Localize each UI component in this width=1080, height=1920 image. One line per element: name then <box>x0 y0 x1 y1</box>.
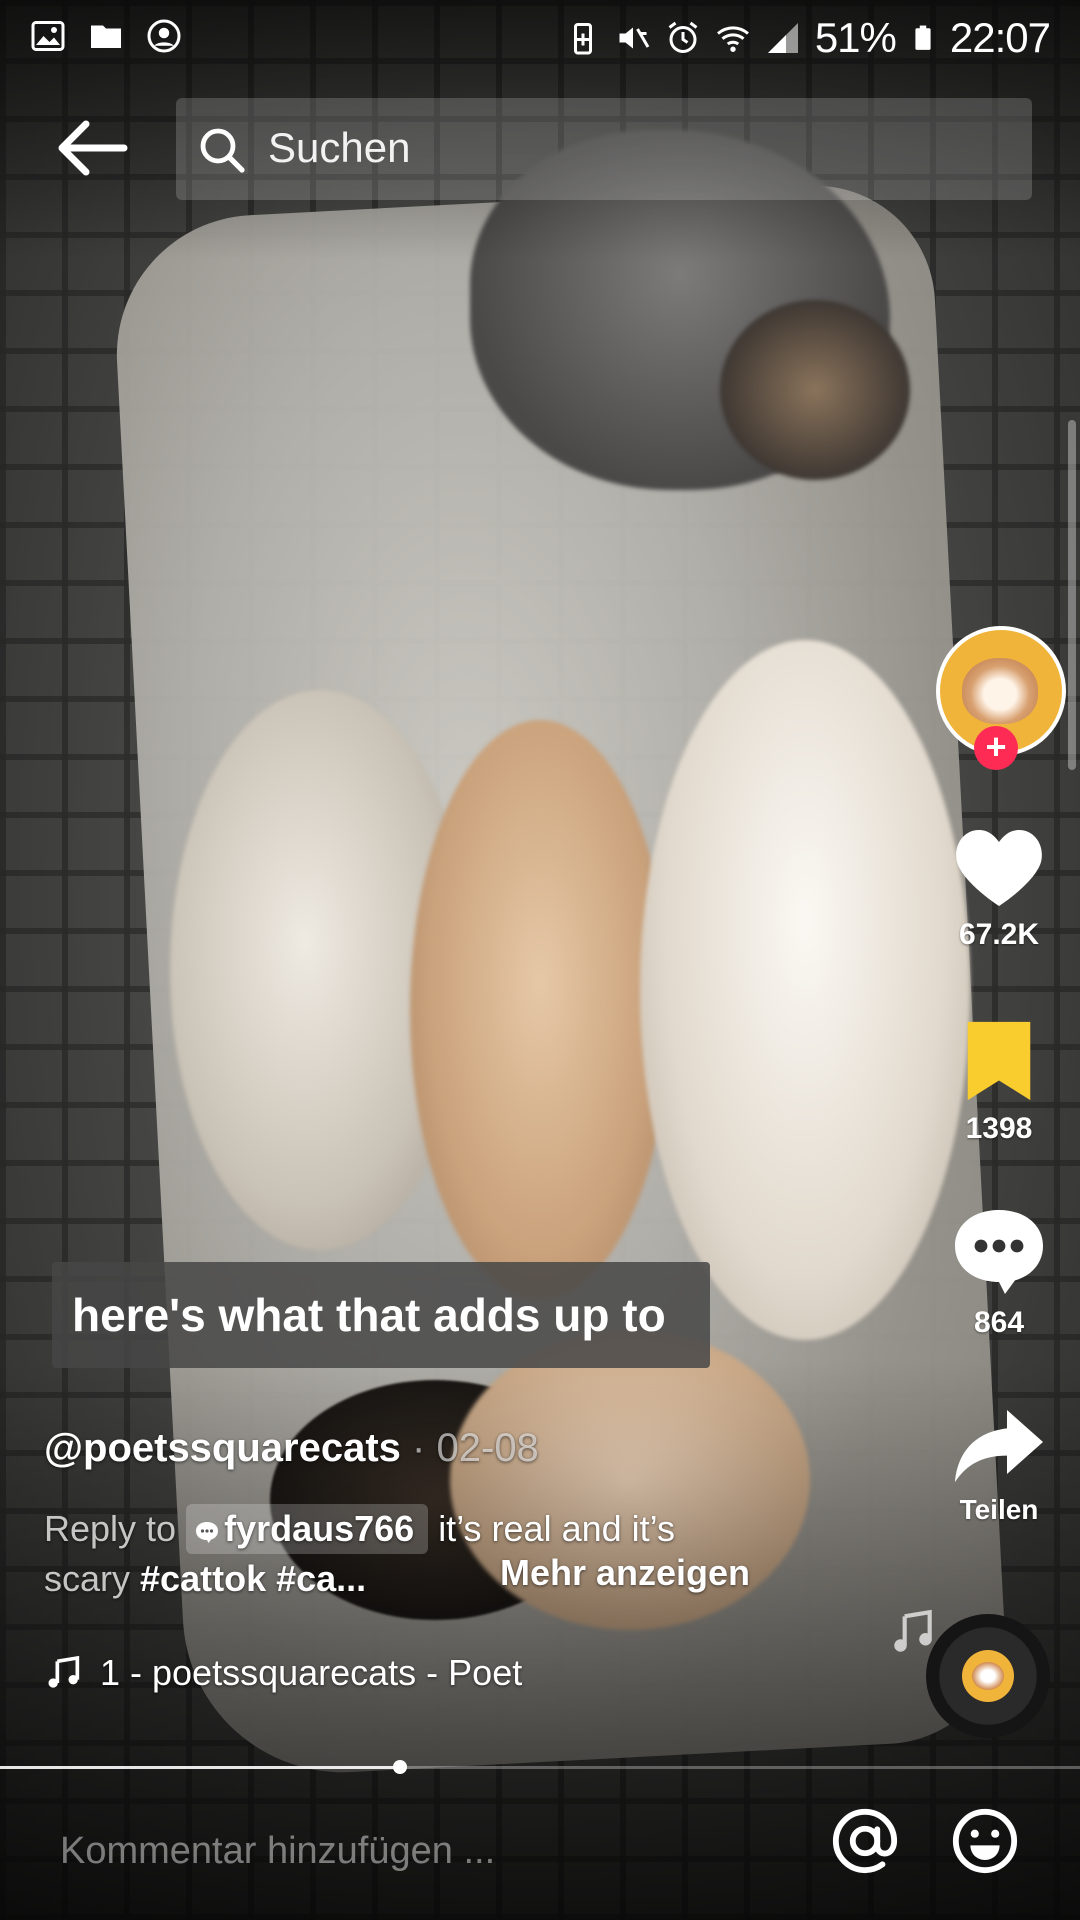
video-progress-bar[interactable] <box>0 1760 1080 1774</box>
comment-count: 864 <box>973 1306 1025 1339</box>
bookmark-icon <box>967 1021 1031 1101</box>
save-count: 1398 <box>965 1112 1033 1145</box>
music-disc[interactable] <box>926 1614 1050 1738</box>
hashtag-links[interactable]: #cattok #ca... <box>140 1558 366 1599</box>
clock: 22:07 <box>949 14 1051 61</box>
mention-at-icon[interactable] <box>830 1806 900 1876</box>
alarm-icon <box>668 21 698 53</box>
search-icon <box>200 128 245 173</box>
show-more-button[interactable]: Mehr anzeigen <box>500 1552 750 1594</box>
meta-separator: · <box>412 1426 426 1470</box>
emoji-icon[interactable] <box>950 1806 1020 1876</box>
kitten-orange <box>410 720 670 1300</box>
mute-icon <box>619 27 650 49</box>
account-icon <box>147 19 181 53</box>
status-bar: 51% 22:07 <box>0 0 1080 74</box>
reply-prefix: Reply to <box>44 1508 177 1549</box>
video-text-overlay: here's what that adds up to <box>52 1262 710 1368</box>
like-count: 67.2K <box>958 918 1040 951</box>
share-button[interactable]: Teilen <box>944 1406 1054 1526</box>
comment-placeholder: Kommentar hinzufügen ... <box>60 1830 496 1872</box>
share-arrow-icon <box>955 1410 1043 1482</box>
folder-icon <box>91 25 121 48</box>
like-button[interactable]: 67.2K <box>944 822 1054 952</box>
comment-bubble-icon <box>955 1210 1043 1294</box>
overlay-caption-text: here's what that adds up to <box>72 1289 666 1341</box>
music-note-icon <box>48 1655 80 1688</box>
reply-user: fyrdaus766 <box>224 1508 415 1549</box>
reply-text: it’s real and it’s <box>438 1508 675 1549</box>
comment-input-bar[interactable]: Kommentar hinzufügen ... <box>0 1770 1080 1920</box>
username-link[interactable]: @poetssquarecats <box>44 1426 401 1470</box>
sound-row[interactable]: 1 - poetssquarecats - Poet <box>44 1652 522 1694</box>
heart-icon <box>956 830 1042 906</box>
battery-saver-icon <box>573 23 592 55</box>
kitten-white-right <box>640 640 970 1340</box>
music-disc-cat-face <box>972 1662 1004 1690</box>
signal-icon <box>767 23 798 53</box>
reply-text-continued: scary <box>44 1558 131 1599</box>
share-label: Teilen <box>959 1494 1039 1525</box>
battery-icon <box>915 25 931 50</box>
wifi-icon <box>716 26 749 52</box>
post-meta: @poetssquarecats · 02-08 <box>44 1426 539 1471</box>
music-disc-avatar <box>962 1650 1014 1702</box>
side-panel-handle[interactable] <box>1068 420 1076 770</box>
gallery-icon <box>31 21 65 51</box>
battery-percent: 51% <box>814 14 897 61</box>
post-date: 02-08 <box>436 1426 539 1470</box>
progress-fill <box>0 1766 400 1769</box>
search-bar[interactable]: Suchen <box>176 98 1032 200</box>
follow-button[interactable]: + <box>974 726 1018 770</box>
back-arrow-icon[interactable] <box>56 118 128 178</box>
sound-title: 1 - poetssquarecats - Poet <box>100 1652 523 1693</box>
comment-button[interactable]: 864 <box>944 1206 1054 1340</box>
search-label: Suchen <box>268 124 411 171</box>
save-button[interactable]: 1398 <box>944 1018 1054 1146</box>
comment-reply-icon <box>196 1522 219 1543</box>
avatar-cat-face <box>962 658 1038 724</box>
kitten-grey-head <box>720 300 910 480</box>
reply-mention-chip[interactable]: fyrdaus766 <box>186 1504 429 1554</box>
